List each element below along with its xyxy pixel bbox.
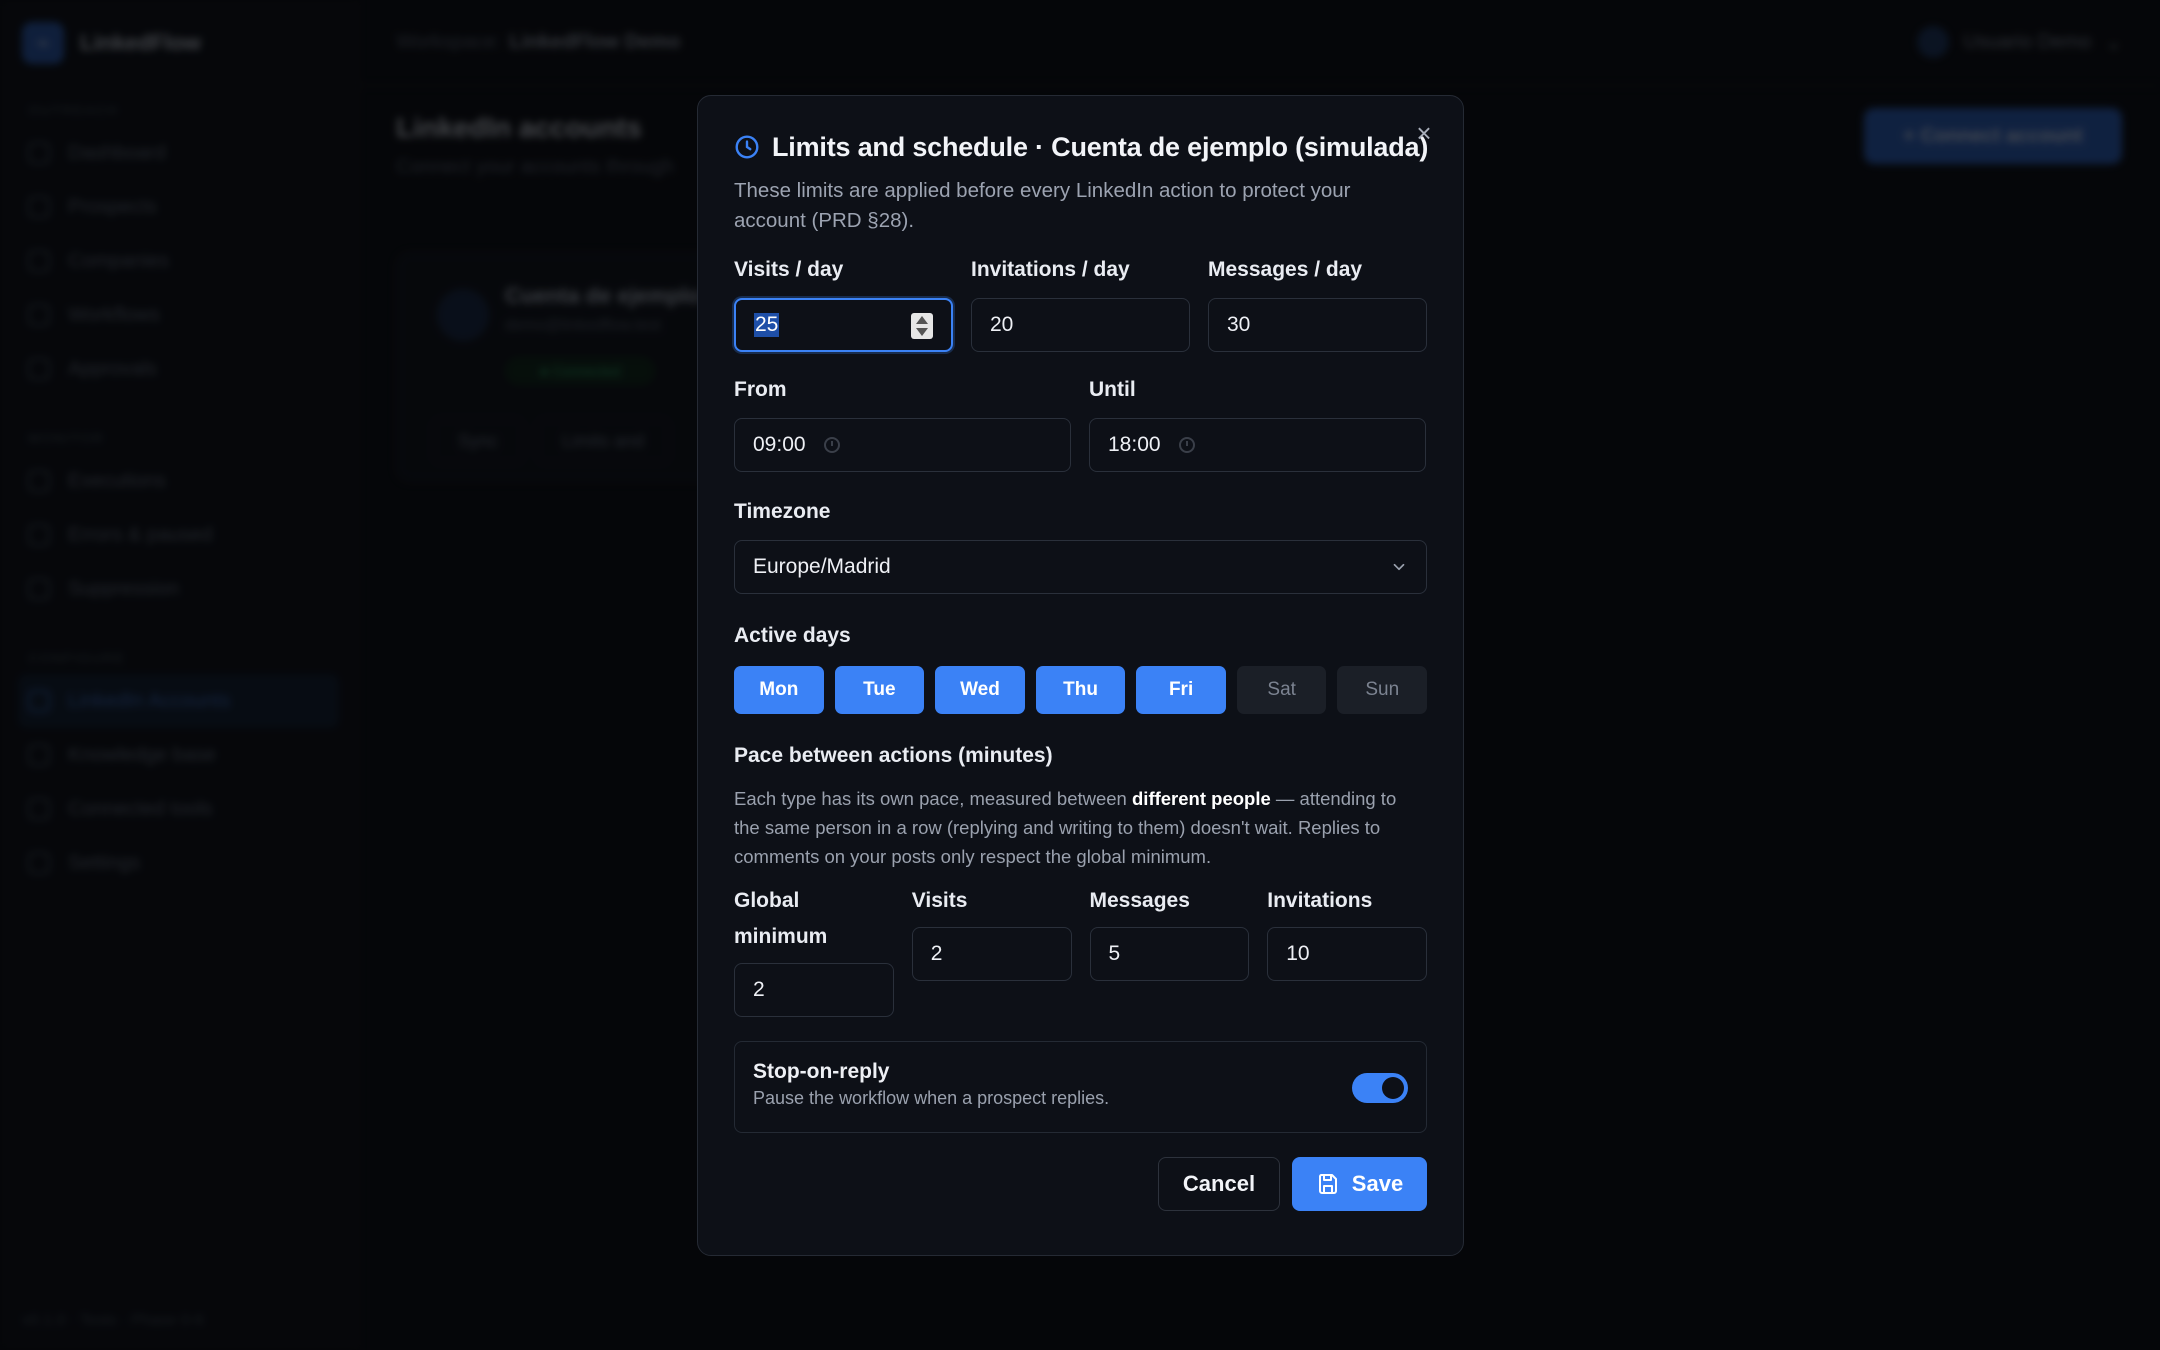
- timezone-value: Europe/Madrid: [753, 555, 891, 578]
- active-days-toggle-group: Mon Tue Wed Thu Fri Sat Sun: [734, 666, 1428, 714]
- pace-visits-label: Visits: [911, 889, 968, 912]
- active-days-label: Active days: [734, 624, 851, 647]
- global-minimum-group: Global minimum 2: [734, 883, 894, 1017]
- pace-row: Global minimum 2 Visits 2 Messages 5 Inv…: [734, 883, 1427, 1017]
- day-toggle-fri[interactable]: Fri: [1136, 666, 1226, 714]
- invitations-per-day-group: Invitations / day 20: [971, 258, 1190, 352]
- save-button[interactable]: Save: [1292, 1157, 1427, 1211]
- pace-visits-input[interactable]: 2: [911, 927, 1072, 981]
- pace-description-emphasis: different people: [1132, 788, 1271, 809]
- timezone-group: Timezone Europe/Madrid: [734, 500, 1427, 594]
- dialog-description: These limits are applied before every Li…: [734, 179, 1351, 232]
- chevron-down-icon: [1393, 563, 1405, 571]
- pace-visits-value: 2: [930, 942, 943, 965]
- until-group: Until 18:00: [1089, 378, 1426, 472]
- daily-limits-row: Visits / day 25 Invitations / day 20 Mes…: [734, 258, 1427, 352]
- global-minimum-label: Global minimum: [734, 889, 828, 948]
- messages-per-day-group: Messages / day 30: [1208, 258, 1427, 352]
- messages-per-day-input[interactable]: 30: [1208, 298, 1427, 352]
- day-toggle-wed[interactable]: Wed: [935, 666, 1025, 714]
- pace-description: Each type has its own pace, measured bet…: [734, 788, 1397, 867]
- day-toggle-sat[interactable]: Sat: [1236, 666, 1327, 714]
- save-icon: [1318, 1174, 1337, 1194]
- messages-per-day-label: Messages / day: [1208, 258, 1363, 281]
- until-label: Until: [1089, 378, 1136, 401]
- limits-schedule-dialog: × Limits and schedule · Cuenta de ejempl…: [697, 95, 1464, 1256]
- timezone-select[interactable]: Europe/Madrid: [734, 540, 1427, 594]
- until-time-input[interactable]: 18:00: [1089, 418, 1426, 472]
- pace-invitations-input[interactable]: 10: [1267, 927, 1427, 981]
- day-toggle-sun[interactable]: Sun: [1337, 666, 1428, 714]
- pace-messages-input[interactable]: 5: [1089, 927, 1250, 981]
- pace-messages-label: Messages: [1089, 889, 1190, 912]
- stop-on-reply-description: Pause the workflow when a prospect repli…: [753, 1088, 1110, 1108]
- pace-invitations-value: 10: [1286, 942, 1310, 965]
- clock-icon: [735, 135, 759, 159]
- day-toggle-mon[interactable]: Mon: [734, 666, 824, 714]
- from-label: From: [734, 378, 787, 401]
- from-group: From 09:00: [734, 378, 1071, 472]
- time-picker-icon[interactable]: [823, 437, 840, 453]
- schedule-row: From 09:00 Until 18:00: [734, 378, 1427, 472]
- stop-on-reply-panel: Stop-on-reply Pause the workflow when a …: [734, 1041, 1427, 1133]
- messages-per-day-value: 30: [1227, 313, 1251, 336]
- until-time-value: 18:00: [1108, 433, 1161, 456]
- pace-invitations-label: Invitations: [1267, 889, 1373, 912]
- number-stepper-icon[interactable]: [911, 313, 933, 339]
- from-time-value: 09:00: [753, 433, 806, 456]
- pace-section-title: Pace between actions (minutes): [734, 744, 1053, 767]
- from-time-input[interactable]: 09:00: [734, 418, 1071, 472]
- stop-on-reply-title: Stop-on-reply: [753, 1060, 890, 1083]
- pace-messages-value: 5: [1108, 942, 1121, 965]
- day-toggle-thu[interactable]: Thu: [1035, 666, 1126, 714]
- visits-per-day-label: Visits / day: [734, 258, 844, 281]
- dialog-actions: Cancel Save: [734, 1157, 1427, 1211]
- invitations-per-day-label: Invitations / day: [971, 258, 1130, 281]
- time-picker-icon[interactable]: [1178, 437, 1195, 453]
- global-minimum-input[interactable]: 2: [734, 963, 894, 1017]
- invitations-per-day-value: 20: [990, 313, 1014, 336]
- dialog-title: Limits and schedule · Cuenta de ejemplo …: [734, 126, 1429, 168]
- stop-on-reply-toggle[interactable]: [1352, 1073, 1408, 1103]
- visits-per-day-value: 25: [754, 313, 780, 337]
- timezone-label: Timezone: [734, 500, 831, 523]
- global-minimum-value: 2: [753, 978, 765, 1001]
- visits-per-day-group: Visits / day 25: [734, 258, 953, 352]
- day-toggle-tue[interactable]: Tue: [834, 666, 925, 714]
- cancel-button[interactable]: Cancel: [1158, 1157, 1280, 1211]
- pace-messages-group: Messages 5: [1089, 883, 1250, 981]
- dialog-title-text: Limits and schedule · Cuenta de ejemplo …: [772, 131, 1429, 162]
- invitations-per-day-input[interactable]: 20: [971, 298, 1190, 352]
- close-icon[interactable]: ×: [1411, 120, 1437, 146]
- visits-per-day-input[interactable]: 25: [734, 298, 953, 352]
- pace-visits-group: Visits 2: [911, 883, 1072, 981]
- pace-invitations-group: Invitations 10: [1267, 883, 1427, 981]
